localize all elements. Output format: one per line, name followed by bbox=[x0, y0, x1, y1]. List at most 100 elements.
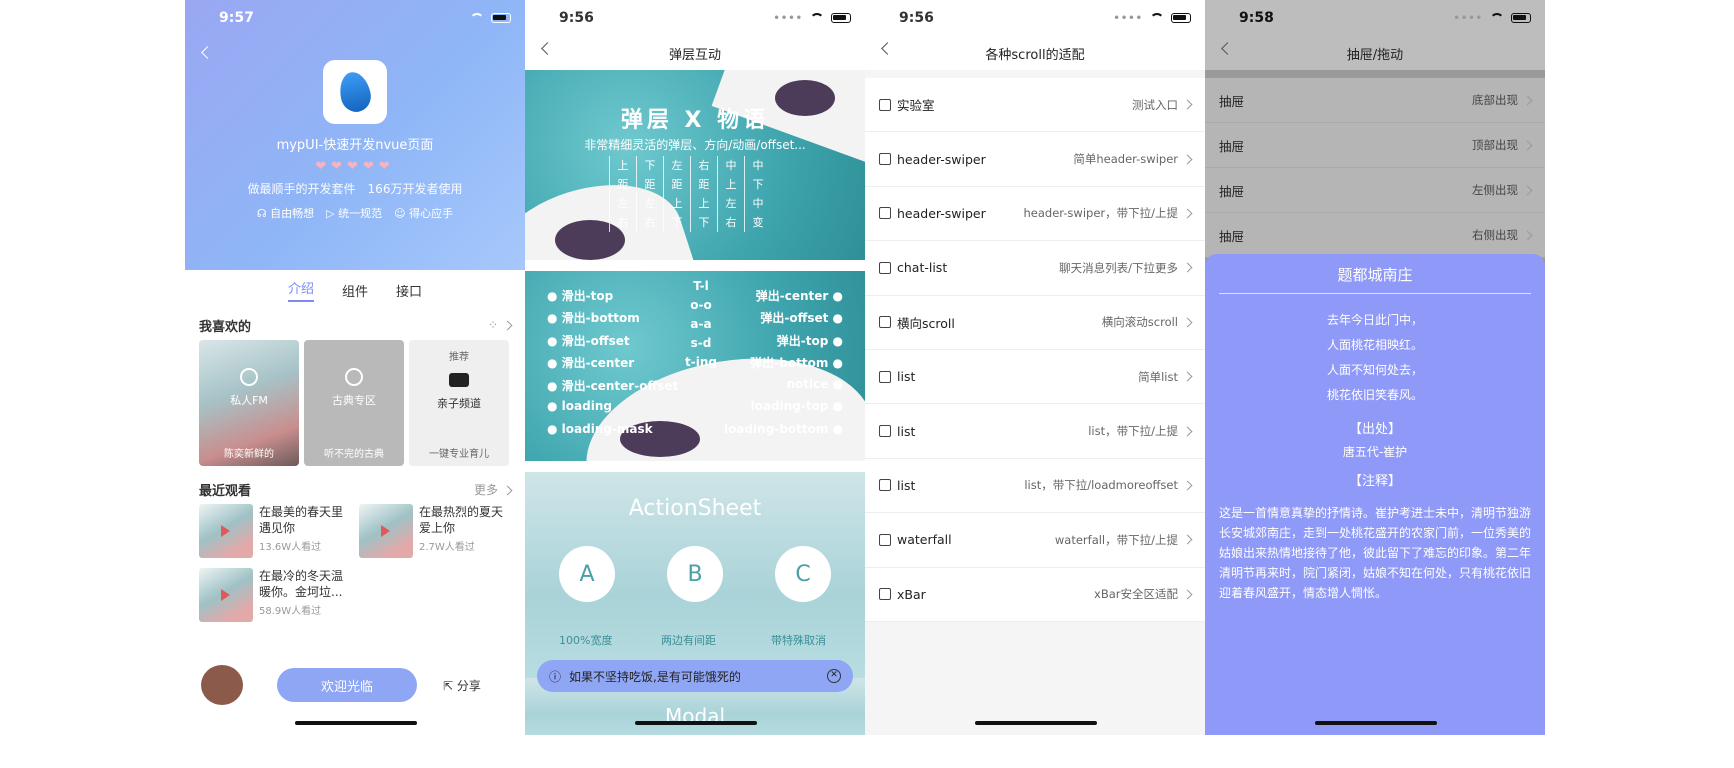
card-caption: 陈奕新鲜的 bbox=[224, 449, 274, 460]
recent-more-link[interactable]: 更多 bbox=[474, 481, 513, 498]
share-button[interactable]: ⇱ 分享 bbox=[443, 677, 481, 694]
list-item[interactable]: waterfall waterfall，带下拉/上提 bbox=[865, 513, 1205, 568]
bottom-action-bar: 欢迎光临 ⇱ 分享 bbox=[185, 663, 525, 707]
list-item[interactable]: header-swiper 简单header-swiper bbox=[865, 132, 1205, 187]
headphone-icon bbox=[879, 153, 891, 166]
card-badge: 推荐 bbox=[449, 352, 469, 363]
source-heading: 【出处】 bbox=[1348, 422, 1401, 437]
card-parenting[interactable]: 推荐 亲子频道 一键专业育儿 bbox=[409, 340, 509, 466]
wifi-icon bbox=[1490, 13, 1504, 23]
list-item[interactable]: header-swiper header-swiper，带下拉/上提 bbox=[865, 187, 1205, 242]
battery-icon bbox=[1511, 13, 1531, 23]
phone-scroll: 9:56 •••• 各种scroll的适配 实验室 测试入口 header-swi… bbox=[865, 0, 1205, 735]
video-thumbnail bbox=[199, 504, 253, 558]
list-item[interactable]: xBar xBar安全区适配 bbox=[865, 568, 1205, 622]
info-icon: ⓘ bbox=[549, 669, 562, 684]
chevron-right-icon bbox=[1182, 208, 1193, 219]
hash-icon bbox=[879, 370, 891, 383]
recent-title: 在最美的春天里遇见你 bbox=[259, 505, 344, 535]
list-item[interactable]: 抽屉 左侧出现 bbox=[1205, 168, 1545, 213]
chevron-right-icon bbox=[1522, 95, 1533, 105]
poem-author: 唐五代-崔护 bbox=[1342, 445, 1408, 459]
chevron-right-icon bbox=[1182, 371, 1193, 382]
list-item[interactable]: list list，带下拉/上提 bbox=[865, 404, 1205, 459]
section-title: 最近观看 bbox=[199, 483, 252, 499]
actionsheet-a-button[interactable]: A bbox=[559, 546, 615, 602]
recent-item[interactable]: 在最美的春天里遇见你 13.6W人看过 bbox=[199, 504, 349, 558]
back-icon[interactable] bbox=[881, 42, 894, 55]
feature-tags: ☊ 自由畅想 ▷ 统一规范 ☺ 得心应手 bbox=[185, 205, 525, 221]
card-fm[interactable]: 私人FM 陈奕新鲜的 bbox=[199, 340, 299, 466]
welcome-button[interactable]: 欢迎光临 bbox=[277, 668, 417, 702]
headphone-icon bbox=[879, 207, 891, 220]
tab-intro[interactable]: 介绍 bbox=[287, 278, 314, 302]
poem-note: 这是一首情意真挚的抒情诗。崔护考进士未中，清明节独游长安城郊南庄，走到一处桃花盛… bbox=[1219, 506, 1532, 600]
list-item[interactable]: list list，带下拉/loadmoreoffset bbox=[865, 459, 1205, 514]
hash-icon bbox=[879, 479, 891, 492]
list-item[interactable]: 抽屉 底部出现 bbox=[1205, 78, 1545, 123]
banner-actionsheet[interactable]: ActionSheet A B C 100%宽度 两边有间距 带特殊取消 bbox=[525, 472, 865, 678]
list-item[interactable]: 抽屉 右侧出现 bbox=[1205, 213, 1545, 258]
actionsheet-c-button[interactable]: C bbox=[775, 546, 831, 602]
status-time: 9:56 bbox=[559, 10, 594, 26]
banner-subtitle: 非常精细灵活的弹层、方向/动画/offset... bbox=[584, 138, 806, 152]
tab-components[interactable]: 组件 bbox=[342, 281, 368, 300]
favorites-header: 我喜欢的 ⁘ bbox=[185, 310, 525, 340]
battery-icon bbox=[1171, 13, 1191, 23]
wifi-icon bbox=[810, 13, 824, 23]
actionsheet-b-button[interactable]: B bbox=[667, 546, 723, 602]
video-thumbnail bbox=[199, 568, 253, 622]
banner-popup-story[interactable]: 弹层 X 物语 非常精细灵活的弹层、方向/动画/offset... 上距左右 下… bbox=[525, 70, 865, 260]
recent-item[interactable]: 在最热烈的夏天爱上你 2.7W人看过 bbox=[359, 504, 509, 558]
book-icon bbox=[879, 316, 891, 329]
hero-header: 9:57 mypUI-快速开发nvue页面 ❤❤❤❤❤ 做最顺手的开发套件 16… bbox=[185, 0, 525, 270]
list-item[interactable]: chat-list 聊天消息列表/下拉更多 bbox=[865, 241, 1205, 296]
status-time: 9:57 bbox=[219, 10, 254, 26]
banner-popup-types[interactable]: ● 滑出-top ● 滑出-bottom ● 滑出-offset ● 滑出-ce… bbox=[525, 271, 865, 461]
chevron-right-icon bbox=[1182, 480, 1193, 491]
phone-popup: 9:56 •••• 弹层互动 弹层 X 物语 非常精细灵活的弹层、方向/动画/o… bbox=[525, 0, 865, 735]
back-icon[interactable] bbox=[1221, 42, 1234, 55]
chevron-right-icon bbox=[1182, 99, 1193, 110]
toast-text: 如果不坚持吃饭,是有可能饿死的 bbox=[569, 669, 741, 684]
home-indicator bbox=[295, 721, 417, 725]
page-title: 各种scroll的适配 bbox=[985, 47, 1085, 63]
page-title: 抽屉/拖动 bbox=[1346, 47, 1404, 63]
card-classical[interactable]: 古典专区 听不完的古典 bbox=[304, 340, 404, 466]
tab-api[interactable]: 接口 bbox=[396, 281, 422, 300]
list-item[interactable]: 实验室 测试入口 bbox=[865, 78, 1205, 133]
toast-letters: T-l o-o a-a s-d t-ing bbox=[685, 279, 717, 369]
chevron-right-icon bbox=[1182, 589, 1193, 600]
list-item[interactable]: 抽屉 顶部出现 bbox=[1205, 123, 1545, 168]
bar-icon bbox=[879, 588, 891, 601]
chevron-right-icon bbox=[1182, 262, 1193, 273]
radio-icon bbox=[240, 368, 258, 386]
nav-bar: 各种scroll的适配 bbox=[865, 36, 1205, 70]
battery-icon bbox=[491, 13, 511, 23]
banner-title: 弹层 X 物语 bbox=[620, 108, 770, 133]
scroll-list: 实验室 测试入口 header-swiper 简单header-swiper hea… bbox=[865, 78, 1205, 622]
nav-bar: 抽屉/拖动 bbox=[1205, 36, 1545, 70]
circle-caption: 带特殊取消 bbox=[771, 634, 826, 647]
grid-more-icon[interactable]: ⁘ bbox=[488, 318, 513, 332]
back-icon[interactable] bbox=[541, 42, 554, 55]
hash-icon bbox=[879, 425, 891, 438]
status-bar: 9:56 •••• bbox=[865, 0, 1205, 36]
recent-title: 在最热烈的夏天爱上你 bbox=[419, 505, 504, 535]
tag-headphone: ☊ 自由畅想 bbox=[256, 207, 315, 220]
bottom-drawer[interactable]: 题都城南庄 去年今日此门中， 人面桃花相映红。 人面不知何处去， 桃花依旧笑春风… bbox=[1205, 254, 1545, 735]
back-icon[interactable] bbox=[201, 46, 214, 59]
close-icon[interactable]: ✕ bbox=[827, 669, 841, 683]
avatar[interactable] bbox=[201, 665, 243, 705]
recent-item[interactable]: 在最冷的冬天温暖你。金坷垃... 58.9W人看过 bbox=[199, 568, 349, 622]
plus-icon bbox=[345, 368, 363, 386]
banner-title: ActionSheet bbox=[628, 496, 762, 521]
page-title: 弹层互动 bbox=[668, 47, 721, 63]
stage: 9:57 mypUI-快速开发nvue页面 ❤❤❤❤❤ 做最顺手的开发套件 16… bbox=[0, 0, 1734, 768]
calendar-icon bbox=[879, 261, 891, 274]
lab-icon bbox=[879, 98, 891, 111]
direction-grid: 上距左右 下距左右 左距上下 右距上下 中上左右 中下中变 bbox=[609, 156, 771, 232]
list-item[interactable]: 横向scroll 横向滚动scroll bbox=[865, 296, 1205, 350]
list-item[interactable]: list 简单list bbox=[865, 350, 1205, 405]
tag-play: ▷ 统一规范 bbox=[326, 207, 383, 220]
